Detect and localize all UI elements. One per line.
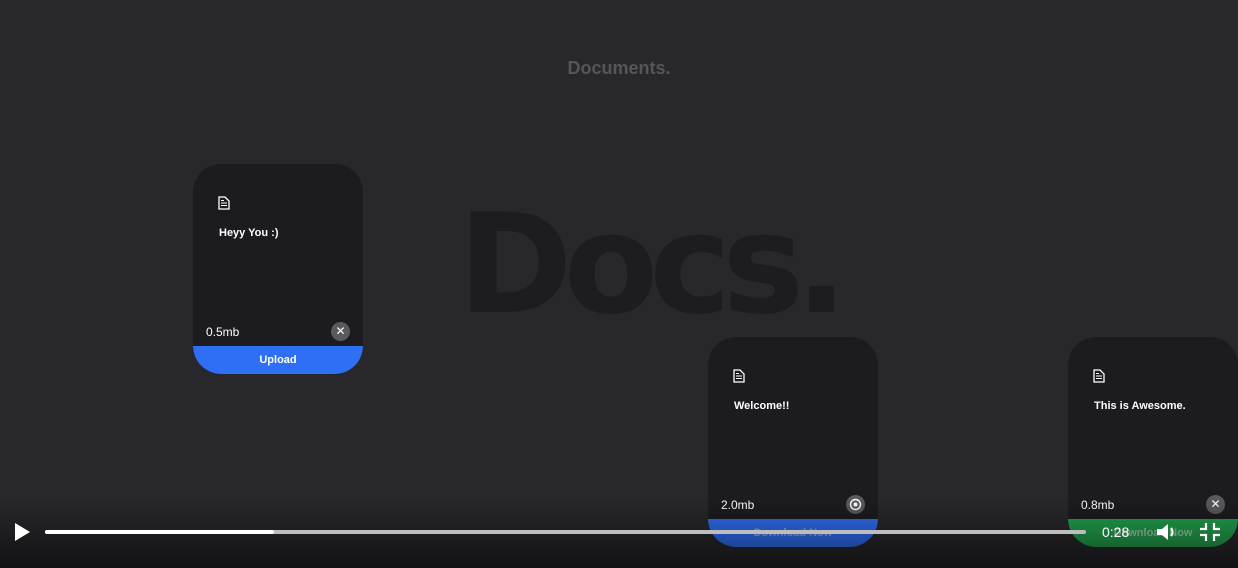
- document-title: Welcome!!: [734, 400, 790, 412]
- file-size: 0.8mb: [1081, 498, 1115, 512]
- volume-icon[interactable]: [1155, 521, 1179, 543]
- document-icon: [733, 369, 745, 383]
- close-icon[interactable]: ✕: [1206, 495, 1225, 514]
- download-circle-icon[interactable]: [846, 495, 865, 514]
- upload-button[interactable]: Upload: [193, 346, 363, 374]
- video-controls: 0:28: [0, 516, 1238, 568]
- play-icon[interactable]: [12, 521, 32, 543]
- page-title: Documents.: [567, 58, 671, 78]
- file-size: 0.5mb: [206, 325, 240, 339]
- document-title: This is Awesome.: [1094, 400, 1186, 412]
- document-icon: [218, 196, 230, 210]
- file-size: 2.0mb: [721, 498, 755, 512]
- video-seek-bar[interactable]: [45, 530, 1086, 534]
- background-logo-text: Docs.: [458, 184, 848, 345]
- document-icon: [1093, 369, 1105, 383]
- video-time: 0:28: [1102, 524, 1130, 540]
- close-icon[interactable]: ✕: [331, 322, 350, 341]
- document-card-1: Heyy You :) 0.5mb ✕ Upload: [193, 164, 363, 374]
- document-title: Heyy You :): [219, 227, 279, 239]
- video-progress-fill: [45, 530, 275, 534]
- exit-fullscreen-icon[interactable]: [1199, 522, 1221, 542]
